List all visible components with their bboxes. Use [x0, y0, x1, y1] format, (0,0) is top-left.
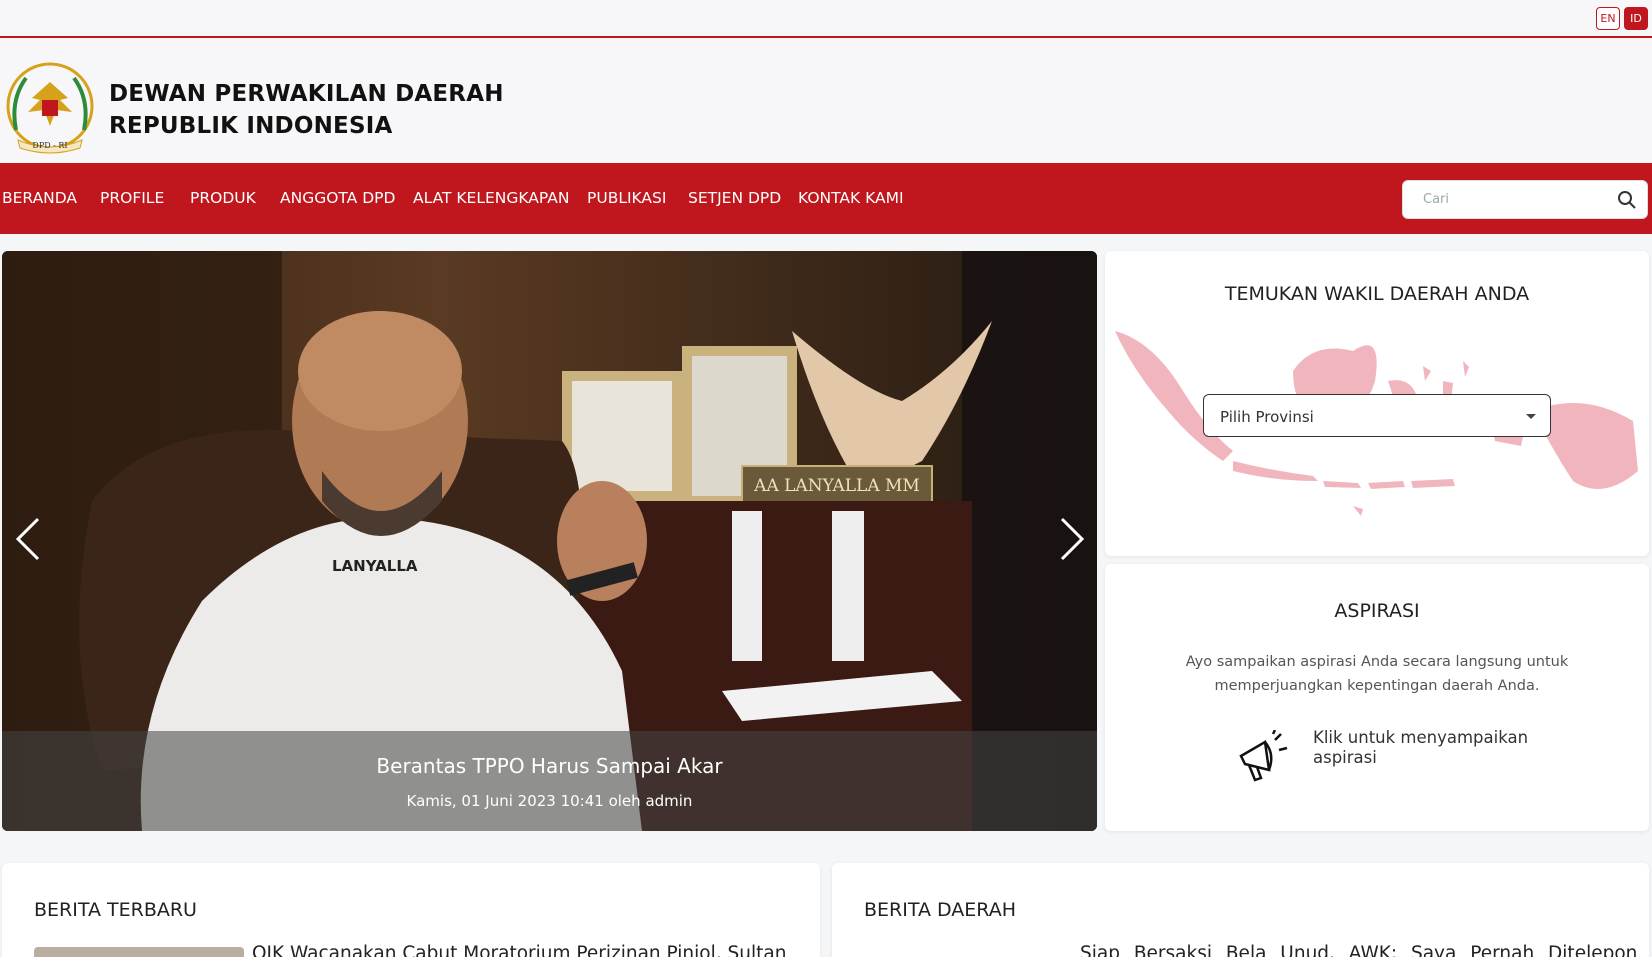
province-select[interactable]: Pilih Provinsi — [1203, 394, 1551, 437]
aspiration-link-text[interactable]: Klik untuk menyampaikan aspirasi — [1313, 728, 1543, 768]
nav-item-produk[interactable]: PRODUK — [190, 163, 256, 234]
megaphone-icon — [1239, 730, 1288, 782]
latest-news-section: BERITA TERBARU OJK Wacanakan Cabut Morat… — [2, 863, 820, 957]
nameplate-text: AA LANYALLA MM — [753, 476, 920, 496]
aspiration-description: Ayo sampaikan aspirasi Anda secara langs… — [1185, 654, 1569, 694]
news-thumbnail[interactable] — [34, 947, 244, 957]
shirt-text: LANYALLA — [332, 557, 418, 575]
regional-news-section: BERITA DAERAH Siap Bersaksi Bela Unud, A… — [832, 863, 1649, 957]
latest-news-title: BERITA TERBARU — [34, 899, 197, 921]
hero-meta: Kamis, 01 Juni 2023 10:41 oleh admin — [406, 792, 693, 810]
aspiration-link[interactable]: Klik untuk menyampaikan aspirasi — [1235, 726, 1535, 786]
nav-item-anggota-dpd[interactable]: ANGGOTA DPD — [280, 163, 395, 234]
find-representative-title: TEMUKAN WAKIL DAERAH ANDA — [1224, 283, 1530, 305]
nav-item-beranda[interactable]: BERANDA — [2, 163, 77, 234]
site-title-line2: REPUBLIK INDONESIA — [109, 113, 393, 139]
nav-item-profile[interactable]: PROFILE — [100, 163, 164, 234]
site-title-line1: DEWAN PERWAKILAN DAERAH — [109, 81, 504, 107]
nav-item-kontak-kami[interactable]: KONTAK KAMI — [798, 163, 904, 234]
search-box[interactable]: Cari — [1402, 180, 1648, 219]
language-bar: EN ID — [0, 0, 1652, 38]
nav-item-alat-kelengkapan[interactable]: ALAT KELENGKAPAN — [413, 163, 569, 234]
search-input[interactable]: Cari — [1423, 192, 1449, 207]
chevron-down-icon — [1526, 414, 1536, 419]
language-id-button[interactable]: ID — [1624, 7, 1648, 30]
aspiration-card: ASPIRASI Ayo sampaikan aspirasi Anda sec… — [1105, 564, 1649, 831]
regional-headline[interactable]: Siap Bersaksi Bela Unud, AWK: Saya Perna… — [1080, 943, 1637, 957]
language-en-button[interactable]: EN — [1596, 7, 1620, 30]
hero-title[interactable]: Berantas TPPO Harus Sampai Akar — [2, 754, 1097, 778]
regional-news-title: BERITA DAERAH — [864, 899, 1017, 921]
site-header: DPD - RI DEWAN PERWAKILAN DAERAH REPUBLI… — [0, 40, 1652, 163]
slider-next-arrow[interactable] — [1052, 513, 1092, 565]
search-icon[interactable] — [1617, 190, 1637, 210]
aspiration-title: ASPIRASI — [1334, 600, 1420, 622]
province-select-value: Pilih Provinsi — [1220, 408, 1314, 426]
main-nav: BERANDA PROFILE PRODUK ANGGOTA DPD ALAT … — [0, 163, 1652, 234]
hero-slider[interactable]: AA LANYALLA MM LANYALLA Berantas TPPO Ha… — [2, 251, 1097, 831]
news-headline[interactable]: OJK Wacanakan Cabut Moratorium Perizinan… — [252, 943, 786, 957]
nav-item-publikasi[interactable]: PUBLIKASI — [587, 163, 666, 234]
site-title: DEWAN PERWAKILAN DAERAH REPUBLIK INDONES… — [109, 78, 504, 142]
find-representative-card: TEMUKAN WAKIL DAERAH ANDA Pilih Provinsi — [1105, 251, 1649, 556]
dpd-logo[interactable]: DPD - RI — [2, 60, 98, 156]
hero-caption: Berantas TPPO Harus Sampai Akar Kamis, 0… — [2, 731, 1097, 831]
nav-item-setjen-dpd[interactable]: SETJEN DPD — [688, 163, 781, 234]
slider-prev-arrow[interactable] — [8, 513, 48, 565]
logo-text: DPD - RI — [32, 141, 67, 150]
